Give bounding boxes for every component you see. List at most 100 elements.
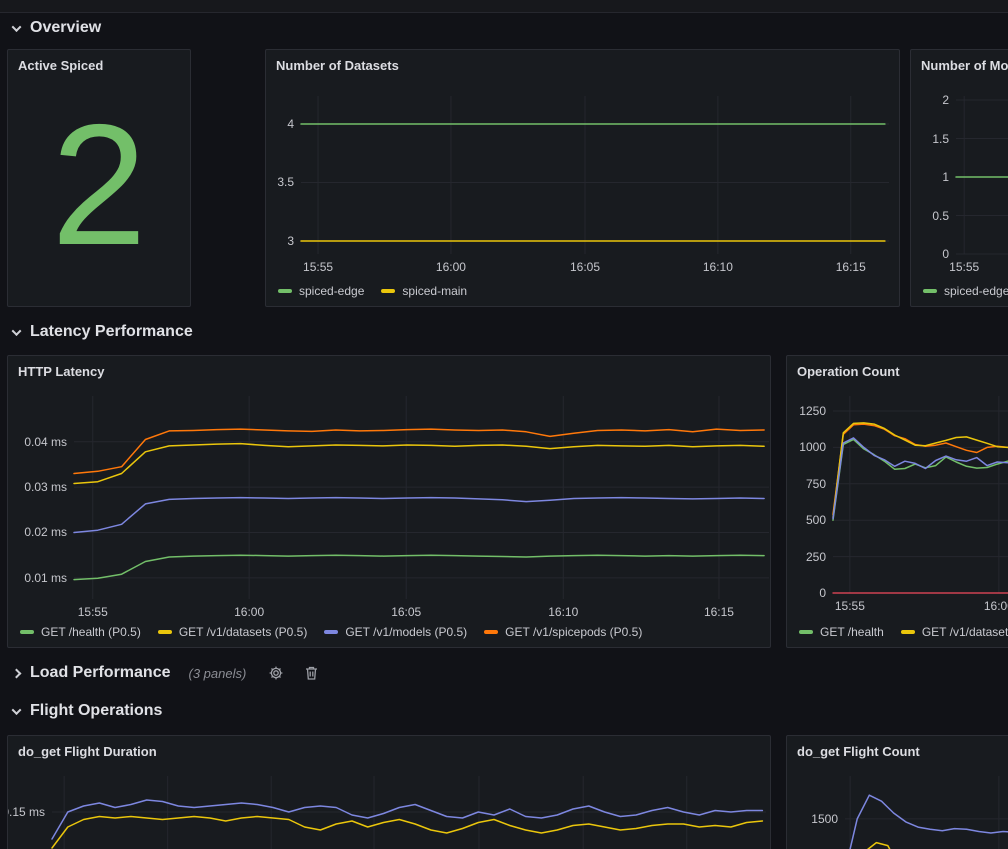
x-axis-tick: 15:55 <box>303 260 333 274</box>
panel-number-of-models: Number of Models spiced-edge 15:5516:002… <box>910 49 1008 307</box>
legend-label: GET /v1/models (P0.5) <box>345 625 467 639</box>
y-axis-tick: 500 <box>806 513 826 527</box>
series-line <box>74 555 764 579</box>
series-line <box>854 843 911 849</box>
y-axis-tick: 750 <box>806 477 826 491</box>
chevron-down-icon <box>12 326 22 336</box>
panel-title[interactable]: do_get Flight Duration <box>18 744 157 759</box>
legend-color-dash <box>158 630 172 634</box>
panel-operation-count: Operation Count GET /health GET /v1/datas… <box>786 355 1008 648</box>
section-title: Latency Performance <box>30 323 193 341</box>
legend-item[interactable]: spiced-edge <box>278 284 364 298</box>
x-axis-tick: 16:00 <box>234 605 264 619</box>
panel-title[interactable]: Operation Count <box>797 364 900 379</box>
chart-plot-area <box>52 776 766 849</box>
x-axis-tick: 15:55 <box>78 605 108 619</box>
legend-item[interactable]: GET /v1/datasets <box>901 625 1008 639</box>
series-line <box>74 429 764 473</box>
x-axis-tick: 16:10 <box>548 605 578 619</box>
legend-color-dash <box>923 289 937 293</box>
legend-item[interactable]: GET /health <box>799 625 884 639</box>
section-overview[interactable]: Overview <box>13 17 101 39</box>
top-row-edge <box>0 0 1008 13</box>
legend-label: GET /v1/datasets (P0.5) <box>179 625 308 639</box>
legend-color-dash <box>381 289 395 293</box>
legend-color-dash <box>20 630 34 634</box>
x-axis-tick: 16:05 <box>570 260 600 274</box>
y-axis-tick: 0.15 ms <box>7 805 45 819</box>
legend-item[interactable]: GET /v1/spicepods (P0.5) <box>484 625 642 639</box>
x-axis-tick: 16:10 <box>703 260 733 274</box>
chart-legend: spiced-edge spiced-main <box>278 284 467 298</box>
y-axis-tick: 3.5 <box>277 175 294 189</box>
section-load-performance[interactable]: Load Performance (3 panels) <box>13 662 319 684</box>
y-axis-tick: 2 <box>942 93 949 107</box>
panel-title[interactable]: Active Spiced <box>18 58 103 73</box>
panel-title[interactable]: do_get Flight Count <box>797 744 920 759</box>
section-flight-operations[interactable]: Flight Operations <box>13 700 162 722</box>
legend-color-dash <box>799 630 813 634</box>
legend-label: GET /health (P0.5) <box>41 625 141 639</box>
legend-label: GET /health <box>820 625 884 639</box>
x-axis-tick: 16:15 <box>836 260 866 274</box>
legend-label: GET /v1/datasets <box>922 625 1008 639</box>
series-line <box>74 444 764 484</box>
legend-item[interactable]: GET /health (P0.5) <box>20 625 141 639</box>
panel-number-of-datasets: Number of Datasets spiced-edge spiced-mai… <box>265 49 900 307</box>
trash-icon[interactable] <box>304 665 319 681</box>
panel-title[interactable]: HTTP Latency <box>18 364 104 379</box>
section-latency-performance[interactable]: Latency Performance <box>13 321 193 343</box>
legend-label: spiced-edge <box>944 284 1008 298</box>
dashboard: Overview Active Spiced 2 Number of Datas… <box>0 0 1008 849</box>
series-line <box>833 423 1008 517</box>
legend-item[interactable]: spiced-edge <box>923 284 1008 298</box>
section-title: Flight Operations <box>30 702 162 720</box>
legend-item[interactable]: GET /v1/datasets (P0.5) <box>158 625 308 639</box>
x-axis-tick: 16:15 <box>704 605 734 619</box>
legend-item[interactable]: GET /v1/models (P0.5) <box>324 625 467 639</box>
series-line <box>833 424 1008 514</box>
x-axis-tick: 15:55 <box>835 599 865 613</box>
y-axis-tick: 0 <box>819 586 826 600</box>
legend-color-dash <box>324 630 338 634</box>
chart-plot-area <box>833 396 1008 593</box>
y-axis-tick: 0 <box>942 247 949 261</box>
legend-label: spiced-edge <box>299 284 364 298</box>
series-line <box>833 439 1008 520</box>
chart-plot-area <box>301 96 889 254</box>
chevron-down-icon <box>12 22 22 32</box>
legend-color-dash <box>484 630 498 634</box>
panel-active-spiced: Active Spiced 2 <box>7 49 191 307</box>
x-axis-tick: 16:05 <box>391 605 421 619</box>
section-title: Load Performance <box>30 664 170 682</box>
y-axis-tick: 250 <box>806 550 826 564</box>
y-axis-tick: 0.04 ms <box>24 435 67 449</box>
series-line <box>52 817 762 849</box>
panel-do-get-flight-duration: do_get Flight Duration 0.15 ms <box>7 735 771 849</box>
gear-icon[interactable] <box>268 665 284 681</box>
y-axis-tick: 1 <box>942 170 949 184</box>
chart-plot-area <box>74 396 769 599</box>
x-axis-tick: 16:00 <box>436 260 466 274</box>
y-axis-tick: 0.5 <box>932 209 949 223</box>
legend-item[interactable]: spiced-main <box>381 284 467 298</box>
y-axis-tick: 0.03 ms <box>24 480 67 494</box>
chevron-down-icon <box>12 705 22 715</box>
x-axis-tick: 15:55 <box>949 260 979 274</box>
legend-color-dash <box>278 289 292 293</box>
panel-title[interactable]: Number of Datasets <box>276 58 399 73</box>
y-axis-tick: 1250 <box>799 404 826 418</box>
legend-color-dash <box>901 630 915 634</box>
chart-legend: GET /health GET /v1/datasets <box>799 625 1008 639</box>
chevron-right-icon <box>12 668 22 678</box>
y-axis-tick: 0.01 ms <box>24 571 67 585</box>
chart-plot-area <box>956 96 1008 254</box>
panel-do-get-flight-count: do_get Flight Count 1500 <box>786 735 1008 849</box>
section-title: Overview <box>30 19 101 37</box>
series-line <box>74 498 764 533</box>
series-line <box>845 795 1008 849</box>
y-axis-tick: 3 <box>287 234 294 248</box>
y-axis-tick: 0.02 ms <box>24 525 67 539</box>
legend-label: spiced-main <box>402 284 467 298</box>
panel-title[interactable]: Number of Models <box>921 58 1008 73</box>
